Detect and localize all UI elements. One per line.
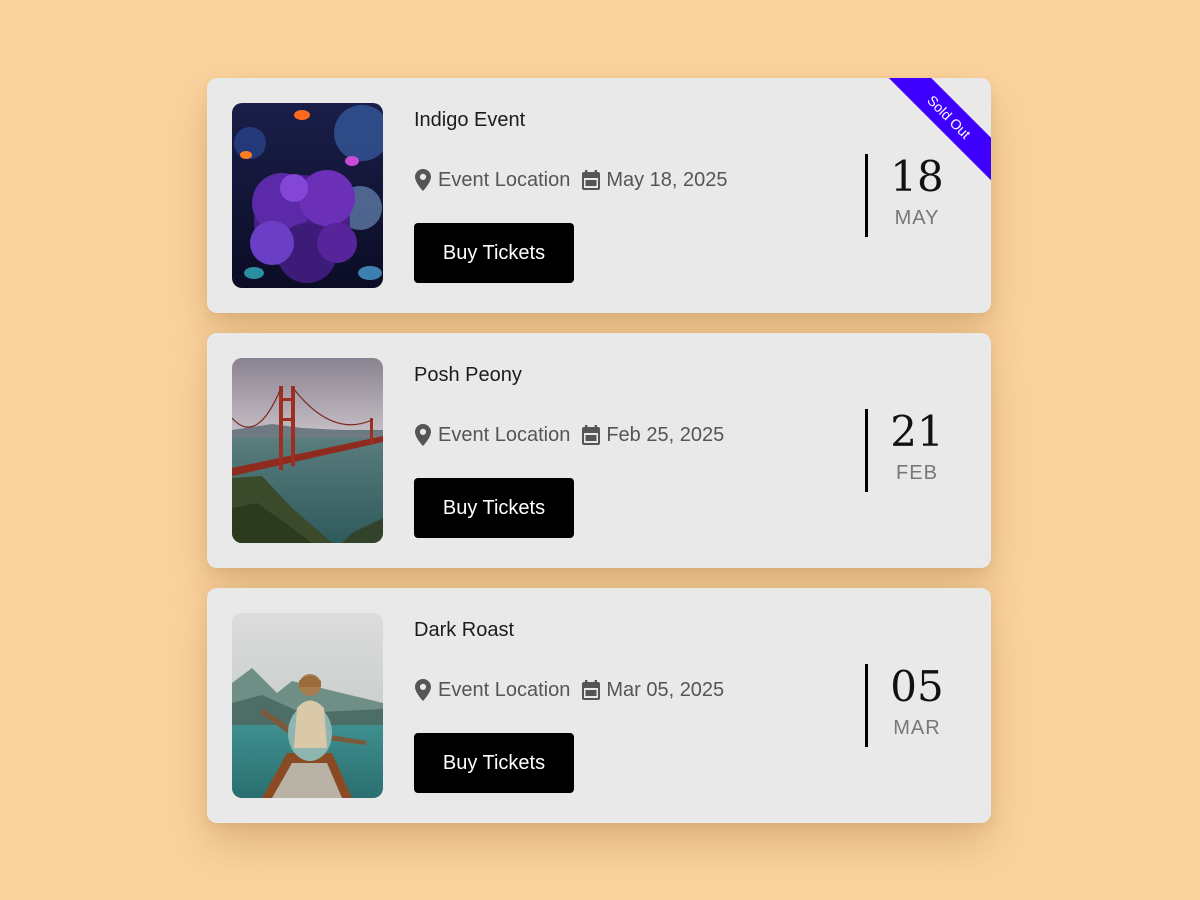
date-divider (865, 664, 868, 747)
event-date: May 18, 2025 (606, 168, 728, 191)
event-card: Indigo Event Event Location May 18, 2025… (207, 78, 991, 313)
event-month: MAY (894, 207, 940, 229)
calendar-icon (582, 424, 601, 446)
event-meta: Event Location Mar 05, 2025 (414, 677, 724, 703)
date-divider (865, 409, 868, 492)
event-day: 21 (890, 407, 944, 456)
event-meta: Event Location May 18, 2025 (414, 167, 728, 193)
event-meta: Event Location Feb 25, 2025 (414, 422, 724, 448)
event-date: Mar 05, 2025 (606, 678, 725, 701)
event-day: 18 (890, 152, 944, 201)
buy-tickets-button[interactable]: Buy Tickets (414, 223, 574, 283)
event-image-coral-reef (232, 103, 383, 288)
event-card: Dark Roast Event Location Mar 05, 2025 B… (207, 588, 991, 823)
map-pin-icon (414, 679, 432, 701)
event-location: Event Location (438, 678, 571, 701)
event-date: Feb 25, 2025 (606, 423, 725, 446)
date-divider (865, 154, 868, 237)
event-month: MAR (893, 717, 941, 739)
event-title: Dark Roast (414, 619, 515, 641)
event-day: 05 (890, 662, 944, 711)
event-location: Event Location (438, 168, 571, 191)
buy-tickets-button[interactable]: Buy Tickets (414, 478, 574, 538)
event-location: Event Location (438, 423, 571, 446)
map-pin-icon (414, 169, 432, 191)
event-title: Posh Peony (414, 364, 522, 386)
map-pin-icon (414, 424, 432, 446)
event-image-golden-gate-bridge (232, 358, 383, 543)
calendar-icon (582, 679, 601, 701)
calendar-icon (582, 169, 601, 191)
buy-tickets-button[interactable]: Buy Tickets (414, 733, 574, 793)
event-image-canoe-lake (232, 613, 383, 798)
event-title: Indigo Event (414, 109, 526, 131)
event-month: FEB (896, 462, 938, 484)
event-card: Posh Peony Event Location Feb 25, 2025 B… (207, 333, 991, 568)
